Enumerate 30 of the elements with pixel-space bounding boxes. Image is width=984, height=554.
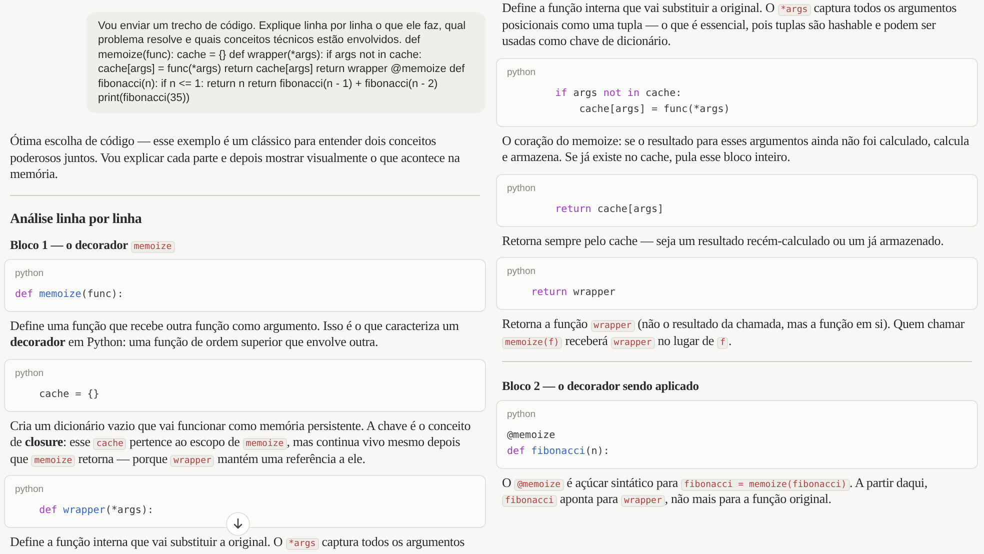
scroll-down-button[interactable]: [226, 512, 250, 536]
response-paragraph: O coração do memoize: se o resultado para esses argumentos ainda não foi calculado, calcula e armazena. Se já existe no cache, pula esse bloco inteiro.: [502, 132, 970, 166]
code-language-label: python: [507, 266, 537, 277]
code-line: return cache[args]: [554, 202, 664, 216]
response-paragraph: O @memoize é açúcar sintático para fibonacci = memoize(fibonacci) . A partir daqui, fibonacci aponta para wrapper , não mais para a função original.: [502, 474, 928, 508]
block-heading: Bloco 1 — o decorador memoize: [10, 237, 480, 254]
code-language-label: python: [507, 408, 537, 420]
code-language-label: python: [507, 182, 537, 194]
code-line: def memoize(func):: [15, 288, 124, 302]
section-heading: Análise linha por linha: [10, 212, 143, 228]
response-paragraph: Ótima escolha de código — esse exemplo é um clássico para entender dois conceitos poderosos juntos. Vou explicar cada parte e depois mostrar visualmente o que acontece na memória.: [10, 133, 461, 183]
response-paragraph: Retorna sempre pelo cache — seja um resultado recém-calculado ou um já armazenado.: [502, 232, 945, 249]
code-line: if args not in cache:: [554, 86, 682, 100]
response-paragraph: Retorna a função wrapper (não o resultado da chamada, mas a função em si). Quem chamar memoize(f) receberá wrapper no lugar de f .: [502, 316, 966, 349]
code-line: @memoize: [507, 428, 556, 442]
code-language-label: python: [15, 268, 45, 279]
code-language-label: python: [507, 66, 537, 78]
code-language-label: python: [15, 368, 45, 379]
code-line: cache[args] = func(*args): [578, 102, 730, 116]
code-language-label: python: [15, 484, 45, 496]
block-heading: Bloco 2 — o decorador sendo aplicado: [502, 378, 700, 394]
code-line: cache = {}: [38, 388, 100, 402]
user-message: Vou enviar um trecho de código. Explique linha por linha o que ele faz, qual problema resolve e quais conceitos técnicos estão envolvidos. def memoize(func): cache = {} def wrapper(*args): if args not in cache: cache[args] = func(*args) return cache[args] return wrapper @memoize def fibonacci(n): if n <= 1: return n return fibonacci(n - 1) + fibonacci(n - 2) print(fibonacci(35)): [86, 12, 486, 114]
code-line: def wrapper(*args):: [38, 504, 154, 518]
response-paragraph: Define a função interna que vai substituir a original. O *args captura todos os argumentos posicionais como uma tupla — o que é essencial, pois tuplas são hashable e podem ser usadas como chave de dicionário.: [502, 0, 958, 50]
response-paragraph: Define a função interna que vai substituir a original. O *args captura todos os argumentos: [10, 534, 466, 551]
code-line: return wrapper: [530, 286, 616, 300]
response-paragraph: Cria um dicionário vazio que vai funcionar como memória persistente. A chave é o conceito de closure: esse cache pertence ao escopo de memoize , mas continua vivo mesmo depois que memoize retorna — porque wrapper mantém uma referência a ele.: [10, 418, 472, 468]
response-paragraph: Define uma função que recebe outra função como argumento. Isso é o que caracteriza um decorador em Python: uma função de ordem superior que envolve outra.: [10, 318, 460, 351]
code-line: def fibonacci(n):: [507, 444, 610, 458]
